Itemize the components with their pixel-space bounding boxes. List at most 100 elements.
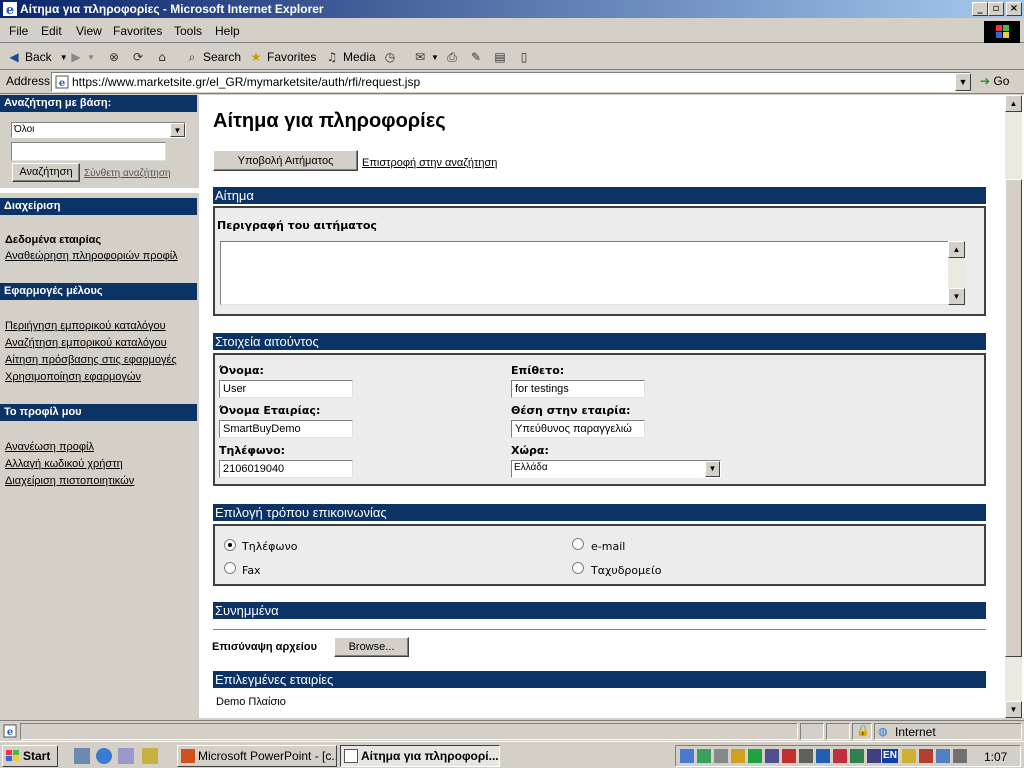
media-button[interactable]: ♫ Media xyxy=(324,48,376,66)
sidebar-link-browse-catalog[interactable]: Περιήγηση εμπορικού καταλόγου xyxy=(5,320,166,332)
country-select[interactable]: Ελλάδα ▼ xyxy=(511,460,721,478)
tray-app-icon[interactable] xyxy=(748,749,762,763)
tray-app-icon[interactable] xyxy=(833,749,847,763)
task-internet-explorer[interactable]: Αίτημα για πληροφορί... xyxy=(340,745,500,767)
address-label: Address xyxy=(6,74,51,88)
sidebar-link-update-profile[interactable]: Ανανέωση προφίλ xyxy=(5,441,94,453)
menu-file[interactable]: File xyxy=(9,24,28,38)
close-button[interactable]: × xyxy=(1006,2,1022,16)
quicklaunch-outlook-icon[interactable] xyxy=(118,748,134,764)
go-button[interactable]: ➔ Go xyxy=(980,74,1009,88)
browse-button[interactable]: Browse... xyxy=(334,637,409,657)
forward-button[interactable]: ▶ ▼ xyxy=(68,48,95,66)
scrollbar-thumb[interactable] xyxy=(1005,179,1022,657)
discuss-button[interactable]: ▤ xyxy=(492,48,511,66)
position-input[interactable]: Υπεύθυνος παραγγελιώ xyxy=(511,420,645,438)
mail-button[interactable]: ✉ ▼ xyxy=(412,48,439,66)
back-button[interactable]: ◀ Back ▼ xyxy=(6,48,68,66)
minimize-button[interactable]: _ xyxy=(972,2,988,16)
print-icon: ⎙ xyxy=(447,50,457,64)
sidebar-link-change-password[interactable]: Αλλαγή κωδικού χρήστη xyxy=(5,458,123,470)
language-indicator[interactable]: EN xyxy=(882,749,898,763)
search-icon: ⌕ xyxy=(188,50,196,64)
scroll-up-icon[interactable]: ▲ xyxy=(1005,95,1022,112)
tray-app-icon[interactable] xyxy=(680,749,694,763)
tray-app-icon[interactable] xyxy=(850,749,864,763)
sidebar-link-manage-certificates[interactable]: Διαχείριση πιστοποιητικών xyxy=(5,475,134,487)
address-input[interactable]: e https://www.marketsite.gr/el_GR/mymark… xyxy=(51,72,971,92)
company-name-input[interactable]: SmartBuyDemo xyxy=(219,420,353,438)
page-scrollbar[interactable]: ▲ ▼ xyxy=(1005,95,1022,718)
history-button[interactable]: ◷ xyxy=(382,48,401,66)
last-name-input[interactable]: for testings xyxy=(511,380,645,398)
sidebar-link-request-access[interactable]: Αίτηση πρόσβασης στις εφαρμογές xyxy=(5,354,177,366)
refresh-button[interactable]: ⟳ xyxy=(130,48,149,66)
chevron-down-icon: ▼ xyxy=(170,123,185,137)
maximize-button[interactable]: ▫ xyxy=(988,2,1004,16)
menu-view[interactable]: View xyxy=(76,24,102,38)
menu-edit[interactable]: Edit xyxy=(41,24,62,38)
description-scrollbar[interactable]: ▲ ▼ xyxy=(948,241,965,305)
radio-fax[interactable] xyxy=(224,562,236,574)
position-label: Θέση στην εταιρία: xyxy=(511,404,631,417)
selected-companies-section-heading: Επιλεγμένες εταιρίες xyxy=(213,671,986,688)
tray-app-icon[interactable] xyxy=(953,749,967,763)
address-dropdown-button[interactable]: ▼ xyxy=(955,73,971,91)
description-textarea[interactable] xyxy=(220,241,965,305)
search-category-select[interactable]: Όλοι ▼ xyxy=(11,122,186,138)
requester-section-heading: Στοιχεία αιτούντος xyxy=(213,333,986,350)
favorites-button[interactable]: ★ Favorites xyxy=(248,48,317,66)
radio-email[interactable] xyxy=(572,538,584,550)
task-powerpoint[interactable]: Microsoft PowerPoint - [c... xyxy=(177,745,337,767)
tray-app-icon[interactable] xyxy=(697,749,711,763)
menu-favorites[interactable]: Favorites xyxy=(113,24,162,38)
tray-app-icon[interactable] xyxy=(816,749,830,763)
tray-app-icon[interactable] xyxy=(765,749,779,763)
quicklaunch-ie-icon[interactable] xyxy=(96,748,112,764)
search-submit-button[interactable]: Αναζήτηση xyxy=(12,163,80,182)
quicklaunch-desktop-icon[interactable] xyxy=(74,748,90,764)
phone-input[interactable]: 2106019040 xyxy=(219,460,353,478)
back-to-search-link[interactable]: Επιστροφή στην αναζήτηση xyxy=(362,157,497,169)
home-button[interactable]: ⌂ xyxy=(154,48,173,66)
tray-app-icon[interactable] xyxy=(919,749,933,763)
tray-app-icon[interactable] xyxy=(867,749,881,763)
scroll-up-icon[interactable]: ▲ xyxy=(948,241,965,258)
first-name-input[interactable]: User xyxy=(219,380,353,398)
quicklaunch-media-icon[interactable] xyxy=(142,748,158,764)
submit-request-button[interactable]: Υποβολή Αιτήματος xyxy=(213,150,358,171)
search-input[interactable] xyxy=(11,142,166,161)
menu-tools[interactable]: Tools xyxy=(174,24,202,38)
sidebar-profile-heading: Το προφίλ μου xyxy=(0,404,197,421)
chevron-down-icon: ▼ xyxy=(705,461,720,477)
stop-button[interactable]: ⊗ xyxy=(106,48,125,66)
messenger-button[interactable]: ▯ xyxy=(516,48,535,66)
print-button[interactable]: ⎙ xyxy=(444,48,463,66)
radio-post[interactable] xyxy=(572,562,584,574)
scroll-down-icon[interactable]: ▼ xyxy=(1005,701,1022,718)
tray-app-icon[interactable] xyxy=(936,749,950,763)
sidebar-link-search-catalog[interactable]: Αναζήτηση εμπορικού καταλόγου xyxy=(5,337,167,349)
search-button[interactable]: ⌕ Search xyxy=(184,48,241,66)
tray-app-icon[interactable] xyxy=(902,749,916,763)
review-profile-link[interactable]: Αναθεώρηση πληροφοριών προφίλ xyxy=(5,250,178,262)
radio-phone[interactable] xyxy=(224,539,236,551)
tray-app-icon[interactable] xyxy=(714,749,728,763)
status-bar: e 🔒 ◍ Internet xyxy=(0,720,1024,741)
tray-app-icon[interactable] xyxy=(782,749,796,763)
windows-flag-icon xyxy=(6,750,20,762)
start-button[interactable]: Start xyxy=(2,745,58,767)
back-dropdown-icon[interactable]: ▼ xyxy=(60,53,68,62)
scroll-down-icon[interactable]: ▼ xyxy=(948,288,965,305)
sidebar-link-use-apps[interactable]: Χρησιμοποίηση εφαρμογών xyxy=(5,371,141,383)
advanced-search-link[interactable]: Σύνθετη αναζήτηση xyxy=(84,168,171,179)
tray-app-icon[interactable] xyxy=(799,749,813,763)
attachments-divider xyxy=(213,629,986,630)
go-arrow-icon: ➔ xyxy=(980,74,991,88)
internet-explorer-icon: e xyxy=(3,2,17,16)
sidebar-search-heading: Αναζήτηση με βάση: xyxy=(0,95,197,112)
mail-dropdown-icon: ▼ xyxy=(431,52,439,62)
menu-help[interactable]: Help xyxy=(215,24,240,38)
edit-button[interactable]: ✎ xyxy=(468,48,487,66)
tray-app-icon[interactable] xyxy=(731,749,745,763)
